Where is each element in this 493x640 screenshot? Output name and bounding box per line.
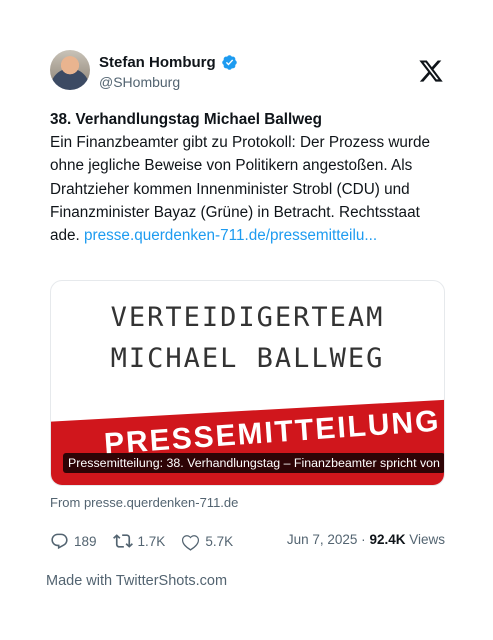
x-logo-icon[interactable] (418, 58, 444, 84)
views-label: Views (405, 532, 445, 547)
tweet-date[interactable]: Jun 7, 2025 · (287, 532, 370, 547)
heart-icon (182, 534, 200, 551)
link-source[interactable]: From presse.querdenken-711.de (50, 495, 238, 510)
avatar[interactable] (50, 50, 90, 90)
view-count: 92.4K (369, 532, 406, 547)
handle[interactable]: @SHomburg (99, 74, 180, 90)
repost-icon (112, 534, 133, 548)
reply-button[interactable]: 189 (50, 532, 97, 551)
repost-count: 1.7K (137, 533, 166, 549)
tweet-meta: Jun 7, 2025 · 92.4K Views (287, 532, 445, 547)
verified-badge-icon (221, 54, 237, 70)
reply-count: 189 (74, 533, 97, 549)
media-caption: Pressemitteilung: 38. Verhandlungstag – … (63, 453, 444, 473)
reply-icon (51, 533, 68, 549)
tweet-card: Stefan Homburg @SHomburg 38. Verhandlung… (0, 0, 493, 640)
tweet-metrics: 189 1.7K 5.7K Jun 7, 2025 · 92.4K Views (50, 530, 450, 552)
name-row: Stefan Homburg (99, 52, 238, 72)
made-with-credit[interactable]: Made with TwitterShots.com (46, 573, 227, 589)
link-preview-card[interactable]: VERTEIDIGERTEAM MICHAEL BALLWEG PRESSEMI… (50, 280, 445, 486)
like-button[interactable]: 5.7K (181, 532, 233, 551)
tweet-link[interactable]: presse.querdenken-711.de/pressemitteilu.… (84, 227, 377, 244)
tweet-title: 38. Verhandlungstag Michael Ballweg (50, 111, 323, 128)
repost-button[interactable]: 1.7K (112, 531, 166, 551)
like-count: 5.7K (205, 533, 234, 549)
tweet-header: Stefan Homburg @SHomburg (50, 50, 450, 94)
tweet-text: 38. Verhandlungstag Michael Ballweg Ein … (50, 108, 450, 247)
display-name[interactable]: Stefan Homburg (99, 54, 216, 71)
